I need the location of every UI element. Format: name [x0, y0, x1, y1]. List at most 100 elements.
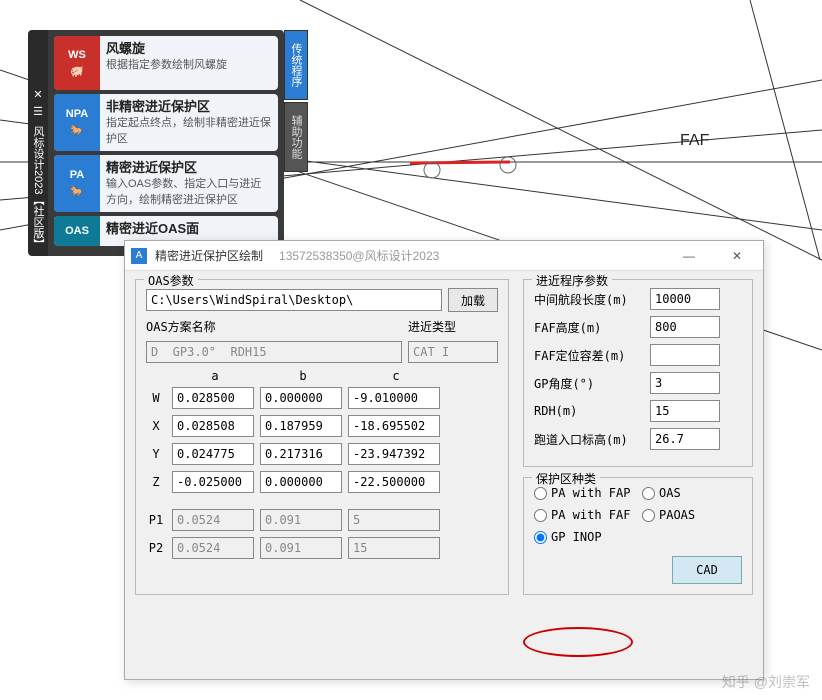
radio-input[interactable] [642, 509, 655, 522]
radio-label: PAOAS [659, 508, 695, 522]
radio-label: PA with FAP [551, 486, 630, 500]
dialog-title-text: 精密进近保护区绘制 [155, 247, 263, 264]
radio-input[interactable] [534, 487, 547, 500]
highlight-circle [523, 627, 633, 657]
radio-pa-with-faf[interactable]: PA with FAF [534, 508, 634, 522]
oas-X-b[interactable] [260, 415, 342, 437]
radio-pa-with-fap[interactable]: PA with FAP [534, 486, 634, 500]
oas-X-c[interactable] [348, 415, 440, 437]
dialog-subtitle: 13572538350@风标设计2023 [279, 247, 439, 264]
item-title: 精密进近OAS面 [106, 220, 272, 238]
approach-params-group: 进近程序参数 中间航段长度(m) FAF高度(m) FAF定位容差(m) GP角… [523, 279, 753, 467]
oas-Z-b[interactable] [260, 471, 342, 493]
oas-P2-a [172, 537, 254, 559]
group-title: 保护区种类 [532, 470, 600, 487]
oas-path-input[interactable] [146, 289, 442, 311]
badge-text: PA [70, 169, 84, 181]
approach-input[interactable] [650, 372, 720, 394]
item-desc: 指定起点终点，绘制非精密进近保护区 [106, 116, 272, 147]
palette-item-npa[interactable]: NPA 🐎 非精密进近保护区指定起点终点，绘制非精密进近保护区 [54, 94, 278, 151]
item-title: 非精密进近保护区 [106, 98, 272, 116]
oas-Y-c[interactable] [348, 443, 440, 465]
oas-P2-b [260, 537, 342, 559]
tool-palette: ✕ ☰ 风标设计2023【社区版】 WS 🐖 风螺旋根据指定参数绘制风螺旋 NPA… [28, 30, 284, 256]
abc-header: a b c [174, 369, 498, 383]
group-title: 进近程序参数 [532, 272, 612, 289]
radio-paoas[interactable]: PAOAS [642, 508, 742, 522]
app-icon: A [131, 248, 147, 264]
menu-icon[interactable]: ☰ [33, 105, 43, 118]
load-button[interactable]: 加载 [448, 288, 498, 312]
oas-P1-a [172, 509, 254, 531]
minimize-button[interactable]: — [669, 249, 709, 263]
palette-item-ws[interactable]: WS 🐖 风螺旋根据指定参数绘制风螺旋 [54, 36, 278, 90]
oas-Z-a[interactable] [172, 471, 254, 493]
radio-label: PA with FAF [551, 508, 630, 522]
field-label: 中间航段长度(m) [534, 291, 644, 308]
badge-text: OAS [65, 225, 89, 237]
field-label: FAF定位容差(m) [534, 347, 644, 364]
animal-icon: 🐎 [70, 124, 84, 137]
watermark: 知乎 @刘崇军 [722, 672, 810, 692]
item-title: 精密进近保护区 [106, 159, 272, 177]
oas-P1-c [348, 509, 440, 531]
row-label: Y [146, 447, 166, 461]
oas-params-group: OAS参数 加载 OAS方案名称 进近类型 a b c W X Y [135, 279, 509, 595]
dialog-titlebar[interactable]: A 精密进近保护区绘制 13572538350@风标设计2023 — ✕ [125, 241, 763, 271]
approach-input[interactable] [650, 428, 720, 450]
cad-button[interactable]: CAD [672, 556, 742, 584]
close-button[interactable]: ✕ [717, 249, 757, 263]
plan-value [146, 341, 402, 363]
faf-text: FAF [680, 132, 710, 149]
row-label: Z [146, 475, 166, 489]
approach-input[interactable] [650, 344, 720, 366]
oas-W-a[interactable] [172, 387, 254, 409]
oas-W-b[interactable] [260, 387, 342, 409]
radio-gp-inop[interactable]: GP INOP [534, 530, 634, 544]
badge-text: WS [68, 49, 86, 61]
animal-icon: 🐎 [70, 185, 84, 198]
palette-item-pa[interactable]: PA 🐎 精密进近保护区输入OAS参数、指定入口与进近方向，绘制精密进近保护区 [54, 155, 278, 212]
oas-Y-b[interactable] [260, 443, 342, 465]
tab-traditional[interactable]: 传统程序 [284, 30, 308, 100]
row-label: P2 [146, 541, 166, 555]
radio-input[interactable] [642, 487, 655, 500]
oas-W-c[interactable] [348, 387, 440, 409]
row-label: W [146, 391, 166, 405]
oas-P1-b [260, 509, 342, 531]
oas-P2-c [348, 537, 440, 559]
protection-type-group: 保护区种类 PA with FAP OAS PA with FAF PAOAS … [523, 477, 753, 595]
radio-label: OAS [659, 486, 681, 500]
field-label: 跑道入口标高(m) [534, 431, 644, 448]
field-label: FAF高度(m) [534, 319, 644, 336]
type-value [408, 341, 498, 363]
approach-input[interactable] [650, 400, 720, 422]
group-title: OAS参数 [144, 272, 198, 289]
palette-vertical-bar[interactable]: ✕ ☰ 风标设计2023【社区版】 [28, 30, 48, 256]
plan-label: OAS方案名称 [146, 318, 402, 335]
radio-oas[interactable]: OAS [642, 486, 742, 500]
radio-label: GP INOP [551, 530, 602, 544]
palette-side-tabs: 传统程序 辅助功能 [284, 30, 308, 174]
field-label: GP角度(°) [534, 375, 644, 392]
row-label: P1 [146, 513, 166, 527]
oas-X-a[interactable] [172, 415, 254, 437]
radio-input[interactable] [534, 509, 547, 522]
radio-input[interactable] [534, 531, 547, 544]
close-icon[interactable]: ✕ [33, 88, 43, 101]
tab-aux[interactable]: 辅助功能 [284, 102, 308, 172]
approach-input[interactable] [650, 288, 720, 310]
row-label: X [146, 419, 166, 433]
palette-list: WS 🐖 风螺旋根据指定参数绘制风螺旋 NPA 🐎 非精密进近保护区指定起点终点，绘… [48, 30, 284, 256]
palette-title: 风标设计2023【社区版】 [30, 126, 46, 249]
oas-Y-a[interactable] [172, 443, 254, 465]
oas-Z-c[interactable] [348, 471, 440, 493]
item-desc: 根据指定参数绘制风螺旋 [106, 58, 272, 73]
item-desc: 输入OAS参数、指定入口与进近方向，绘制精密进近保护区 [106, 177, 272, 208]
type-label: 进近类型 [408, 318, 498, 335]
badge-text: NPA [66, 108, 88, 120]
item-title: 风螺旋 [106, 40, 272, 58]
approach-input[interactable] [650, 316, 720, 338]
precision-approach-dialog: A 精密进近保护区绘制 13572538350@风标设计2023 — ✕ OAS… [124, 240, 764, 680]
animal-icon: 🐖 [70, 65, 84, 78]
